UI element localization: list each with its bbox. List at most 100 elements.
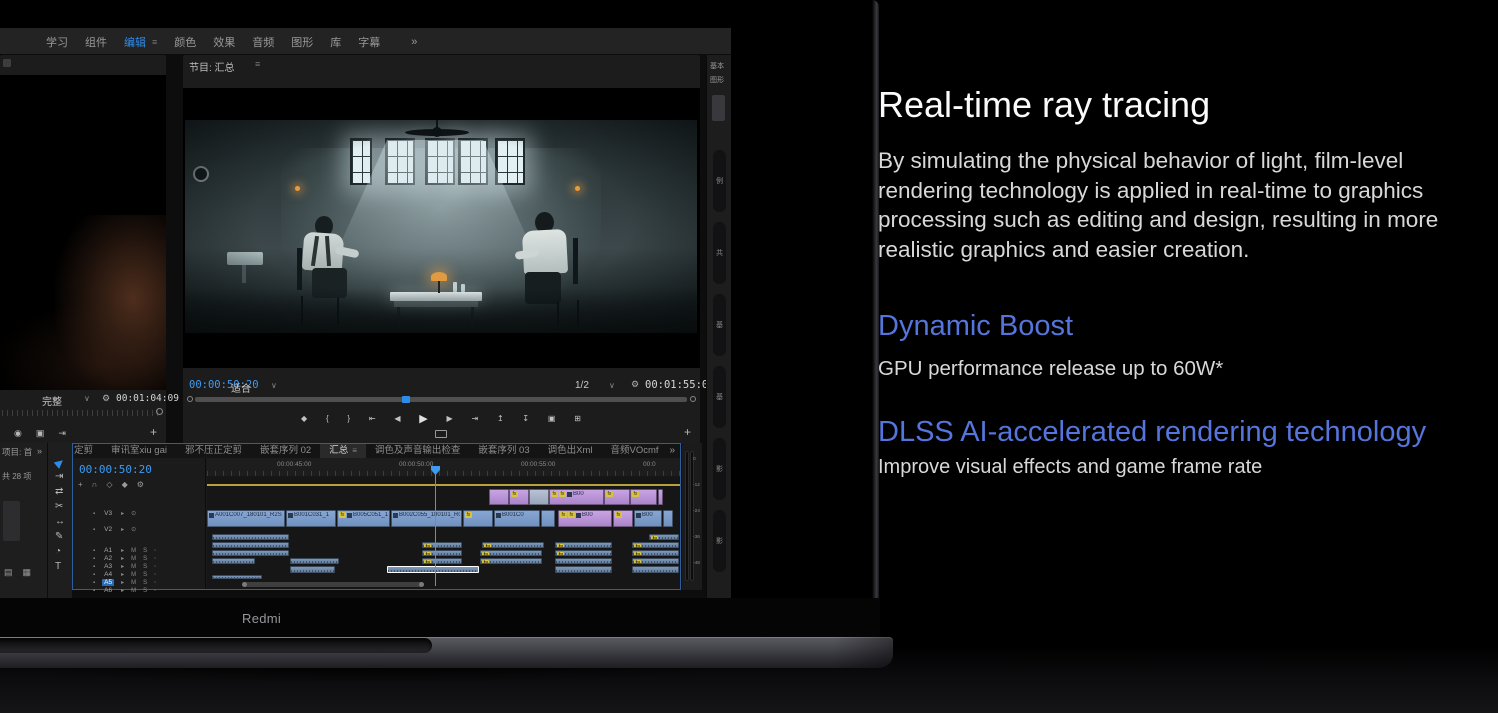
collapsed-panel-tab[interactable]: 影 [713, 510, 726, 572]
razor-tool[interactable]: ✂ [55, 501, 63, 512]
sequence-tab[interactable]: 嵌套序列 02 [251, 444, 320, 458]
timeline-clip[interactable]: fx [555, 542, 612, 548]
track-label[interactable]: A4 [102, 571, 114, 578]
extract-button[interactable]: ↧ [522, 414, 529, 423]
track-label[interactable]: V3 [102, 510, 114, 517]
audio-track-header[interactable]: ▪A6▸MS◦ [93, 587, 203, 594]
collapsed-panel-tab[interactable]: 基 [713, 366, 726, 428]
overwrite-button[interactable]: ▣ [36, 428, 45, 439]
scrollbar-handle-left[interactable] [242, 582, 247, 587]
timeline-clip[interactable] [387, 566, 479, 573]
video-track-header[interactable]: ▪V2▸⊙ [93, 523, 203, 536]
video-track-header[interactable]: ▪V3▸⊙ [93, 507, 203, 520]
audio-track-header[interactable]: ▪A2▸MS◦ [93, 555, 203, 562]
workspace-tab[interactable]: 音频 [252, 34, 274, 50]
mic-icon[interactable]: ◦ [154, 556, 156, 562]
timeline-clip[interactable] [212, 558, 255, 564]
timeline-clip[interactable]: fx [480, 550, 542, 556]
workspace-tab[interactable]: 组件 [85, 34, 107, 50]
program-scrub-bar[interactable] [187, 396, 696, 404]
track-label[interactable]: A1 [102, 547, 114, 554]
add-marker-button[interactable]: ◆ [301, 414, 307, 423]
source-assign-icon[interactable]: ▸ [121, 548, 124, 554]
source-monitor-panel[interactable]: 完整 ∨ ⚙ 00:01:04:09 ◉▣⇥ + [0, 55, 166, 444]
safe-margins-button[interactable] [435, 430, 447, 438]
sequence-tab[interactable]: 音频VOcmf [602, 444, 668, 458]
solo-button[interactable]: S [143, 548, 147, 554]
mute-button[interactable]: M [131, 588, 136, 594]
mute-button[interactable]: M [131, 580, 136, 586]
lock-icon[interactable]: ▪ [93, 527, 95, 533]
playhead-handle[interactable] [402, 396, 410, 403]
lock-icon[interactable]: ▪ [93, 588, 95, 594]
project-panel[interactable]: 项目: 首 » 共 28 项 ▤▦ [0, 443, 47, 598]
solo-button[interactable]: S [143, 556, 147, 562]
solo-button[interactable]: S [143, 564, 147, 570]
timeline-clip[interactable]: fx [630, 489, 657, 505]
sequence-tab[interactable]: 审讯室xiu gai [102, 444, 176, 458]
timeline-clip[interactable]: fx [422, 550, 462, 556]
mic-icon[interactable]: ◦ [154, 588, 156, 594]
sequence-tab[interactable]: 定剪 [73, 444, 102, 458]
marker-button[interactable]: ◆ [122, 480, 128, 489]
panel-menu-icon[interactable]: ≡ [255, 59, 260, 69]
scrub-zoom-handle-right[interactable] [690, 396, 696, 402]
timeline-clip[interactable]: fx [482, 542, 544, 548]
timeline-clip[interactable]: fx [632, 550, 679, 556]
step-back-button[interactable]: ◀ [394, 414, 400, 423]
panel-overflow-button[interactable]: » [37, 446, 42, 456]
sequence-tab[interactable]: 邪不压正定剪 [176, 444, 251, 458]
source-assign-icon[interactable]: ▸ [121, 564, 124, 570]
insert-button[interactable]: ⇥ [58, 428, 66, 439]
project-item-thumbnail[interactable] [3, 501, 20, 541]
step-forward-button[interactable]: ▶ [447, 414, 453, 423]
timeline-clip[interactable] [212, 575, 262, 579]
mute-button[interactable]: M [131, 556, 136, 562]
comparison-view-button[interactable]: ⊞ [574, 414, 581, 423]
linked-selection-button[interactable]: ◇ [106, 480, 112, 489]
chevron-down-icon[interactable]: ∨ [609, 381, 615, 390]
export-frame-button[interactable]: ▣ [548, 414, 556, 423]
mute-button[interactable]: M [131, 548, 136, 554]
timeline-clip[interactable]: fx [480, 558, 542, 564]
mic-icon[interactable]: ◦ [154, 564, 156, 570]
timeline-clip[interactable] [212, 550, 289, 556]
add-marker-button[interactable]: + [78, 480, 83, 489]
track-label[interactable]: A3 [102, 563, 114, 570]
toggle-track-output-icon[interactable]: ⊙ [131, 511, 136, 517]
mic-icon[interactable]: ◦ [154, 572, 156, 578]
scrub-track[interactable] [195, 397, 687, 402]
pen-tool[interactable]: ✎ [55, 531, 63, 542]
timeline-clip[interactable]: fxfxB00 [558, 510, 612, 527]
audio-track-header[interactable]: ▪A5▸MS◦ [93, 579, 203, 586]
scrub-zoom-handle-left[interactable] [187, 396, 193, 402]
timeline-clip[interactable] [212, 534, 289, 540]
timeline-clip[interactable] [290, 558, 339, 564]
timeline-clip[interactable]: fx [632, 558, 679, 564]
playback-resolution-select[interactable]: 1/2 [575, 380, 589, 391]
source-assign-icon[interactable]: ▸ [121, 527, 124, 533]
chevron-down-icon[interactable]: ∨ [271, 381, 277, 390]
timeline-clip[interactable]: B002C055_180101_R05 [391, 510, 462, 527]
collapsed-panel-tab[interactable]: 例 [713, 150, 726, 212]
add-button[interactable]: + [150, 425, 157, 439]
timeline-clip[interactable]: fx [555, 550, 612, 556]
lock-icon[interactable]: ▪ [93, 580, 95, 586]
workspace-tab[interactable]: 效果 [213, 34, 235, 50]
slip-tool[interactable]: ↔ [55, 516, 65, 527]
timeline-tracks-area[interactable]: 00:00:45:0000:00:50:0000:00:55:0000:0 fx… [207, 458, 680, 589]
mic-icon[interactable]: ◦ [154, 580, 156, 586]
source-scrub-bar[interactable] [2, 410, 162, 416]
collapsed-panel-tab[interactable]: 基 [713, 294, 726, 356]
timeline-panel[interactable]: 定剪审讯室xiu gai邪不压正定剪嵌套序列 02汇总≡调色及声音输出检查嵌套序… [72, 443, 681, 590]
mic-icon[interactable]: ◦ [154, 548, 156, 554]
timeline-clip[interactable]: A001C007_180101_R2S [207, 510, 285, 527]
sequence-tab[interactable]: 调色出Xml [539, 444, 602, 458]
timeline-clip[interactable] [555, 566, 612, 573]
source-zoom-select[interactable]: 完整 [42, 393, 62, 408]
timeline-clip[interactable]: fx [632, 542, 679, 548]
lock-icon[interactable]: ▪ [93, 564, 95, 570]
timeline-settings-button[interactable]: ⚙ [137, 480, 144, 489]
project-panel-buttons[interactable]: ▤▦ [4, 567, 41, 578]
source-assign-icon[interactable]: ▸ [121, 580, 124, 586]
